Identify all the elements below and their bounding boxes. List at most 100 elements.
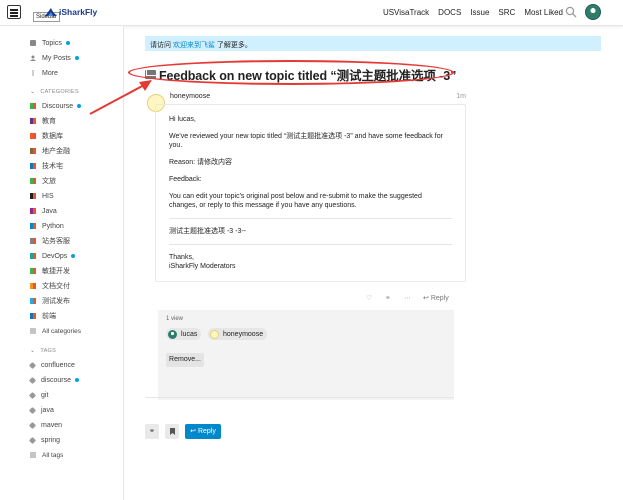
site-logo[interactable]: iSharkFly: [44, 4, 97, 20]
sidebar-item-label: 数据库: [42, 133, 63, 140]
sidebar-category-item[interactable]: 测试发布: [30, 296, 70, 306]
post-feedback-label: Feedback:: [169, 176, 202, 183]
sidebar-category-item[interactable]: HIS: [30, 191, 54, 201]
list-icon: [30, 328, 36, 334]
post-divider: [169, 244, 452, 245]
banner-suffix: 了解更多。: [214, 42, 252, 49]
ellipsis-icon[interactable]: ⋯: [404, 294, 411, 302]
category-color-swatch: [30, 238, 36, 244]
post-signature: iSharkFly Moderators: [169, 263, 236, 270]
sidebar-category-item[interactable]: 站务客服: [30, 236, 70, 246]
post-reason: Reason: 请修改内容: [169, 159, 233, 166]
sidebar-category-item[interactable]: 教育: [30, 116, 56, 126]
sidebar: Topics My Posts More ⌄ CATEGORIES Discou…: [0, 26, 124, 500]
unread-dot: [74, 56, 79, 60]
avatar: [168, 329, 177, 339]
sidebar-item-label: 前端: [42, 313, 56, 320]
nav-link-usvisatrack[interactable]: USVisaTrack: [383, 8, 429, 17]
sidebar-category-item[interactable]: DevOps: [30, 251, 76, 261]
tag-icon: [28, 421, 37, 429]
sidebar-item-label: HIS: [42, 192, 54, 200]
sidebar-item-label: 地产金融: [42, 148, 70, 155]
sidebar-item-label: 文旅: [42, 178, 56, 185]
participant-name: honeymoose: [223, 330, 264, 338]
sidebar-item-label: Java: [42, 207, 57, 215]
sidebar-category-item[interactable]: 文旅: [30, 176, 56, 186]
sidebar-category-item[interactable]: Discourse: [30, 101, 82, 111]
remove-participant-button[interactable]: Remove...: [166, 353, 204, 367]
sidebar-item-label: 技术宅: [42, 163, 63, 170]
sidebar-item-all-categories[interactable]: All categories: [30, 326, 81, 336]
post-timestamp[interactable]: 1m: [456, 93, 466, 100]
sidebar-tag-item[interactable]: discourse: [28, 375, 79, 385]
tags-section-header[interactable]: ⌄ TAGS: [30, 347, 56, 355]
post-username[interactable]: honeymoose: [170, 93, 210, 100]
tag-icon: [28, 361, 37, 369]
share-link-button[interactable]: ⚭: [145, 424, 159, 439]
sidebar-item-label: 教育: [42, 118, 56, 125]
category-color-swatch: [30, 298, 36, 304]
sidebar-category-item[interactable]: Python: [30, 221, 64, 231]
sidebar-toggle-button[interactable]: [7, 5, 21, 19]
sidebar-item-label: discourse: [41, 376, 71, 384]
sidebar-item-label: confluence: [41, 361, 75, 369]
sidebar-item-more[interactable]: More: [30, 68, 58, 78]
annotation-ring: [128, 60, 454, 85]
reply-icon: ↩: [190, 428, 196, 435]
category-color-swatch: [30, 103, 36, 109]
sidebar-category-item[interactable]: 技术宅: [30, 161, 63, 171]
nav-link-docs[interactable]: DOCS: [438, 8, 461, 17]
nav-link-issue[interactable]: Issue: [470, 8, 489, 17]
unread-dot: [71, 254, 76, 258]
sidebar-item-label: More: [42, 69, 58, 77]
sidebar-tag-item[interactable]: java: [28, 405, 54, 415]
list-icon: [30, 452, 36, 458]
post-greeting: Hi lucas,: [169, 116, 196, 123]
category-color-swatch: [30, 178, 36, 184]
sidebar-category-item[interactable]: 地产金融: [30, 146, 70, 156]
header-nav: USVisaTrack DOCS Issue SRC Most Liked: [383, 8, 563, 17]
category-color-swatch: [30, 253, 36, 259]
sidebar-item-label: 站务客服: [42, 238, 70, 245]
sidebar-item-topics[interactable]: Topics: [30, 38, 70, 48]
site-logo-text: iSharkFly: [59, 7, 98, 17]
sidebar-category-item[interactable]: 前端: [30, 311, 56, 321]
post-divider: [169, 218, 452, 219]
participant-chip-honeymoose[interactable]: honeymoose: [208, 328, 268, 340]
sidebar-category-item[interactable]: Java: [30, 206, 57, 216]
sidebar-category-item[interactable]: 敏捷开发: [30, 266, 70, 276]
banner-link[interactable]: 欢迎来到飞鲨: [173, 42, 215, 49]
sidebar-item-label: 测试发布: [42, 298, 70, 305]
search-icon[interactable]: [565, 6, 577, 18]
sidebar-item-all-tags[interactable]: All tags: [30, 450, 63, 460]
sidebar-tag-item[interactable]: confluence: [28, 360, 75, 370]
sidebar-item-my-posts[interactable]: My Posts: [30, 53, 79, 63]
user-avatar[interactable]: [585, 4, 601, 20]
category-color-swatch: [30, 313, 36, 319]
categories-section-header[interactable]: ⌄ CATEGORIES: [30, 88, 79, 96]
sidebar-item-label: Python: [42, 222, 64, 230]
category-color-swatch: [30, 163, 36, 169]
sidebar-category-item[interactable]: 数据库: [30, 131, 63, 141]
sidebar-tag-item[interactable]: maven: [28, 420, 62, 430]
heart-icon[interactable]: ♡: [366, 294, 372, 302]
link-icon[interactable]: ⚭: [385, 294, 391, 302]
nav-link-src[interactable]: SRC: [498, 8, 515, 17]
sidebar-category-item[interactable]: 文档交付: [30, 281, 70, 291]
category-color-swatch: [30, 208, 36, 214]
category-color-swatch: [30, 148, 36, 154]
sidebar-tag-item[interactable]: git: [28, 390, 48, 400]
banner-prefix: 请访问: [150, 42, 173, 49]
post-thanks: Thanks,: [169, 254, 194, 261]
sidebar-item-label: All tags: [42, 451, 64, 459]
sidebar-item-label: spring: [41, 436, 61, 444]
welcome-banner: 请访问 欢迎来到飞鲨 了解更多。: [145, 36, 601, 51]
sidebar-item-label: DevOps: [42, 252, 68, 260]
post-reply-button[interactable]: ↩ Reply: [423, 294, 449, 302]
topic-reply-button[interactable]: ↩ Reply: [185, 424, 221, 439]
sidebar-tag-item[interactable]: spring: [28, 435, 61, 445]
bookmark-button[interactable]: [165, 424, 179, 439]
avatar: [210, 329, 219, 339]
participant-chip-lucas[interactable]: lucas: [166, 328, 202, 340]
nav-link-most-liked[interactable]: Most Liked: [524, 8, 563, 17]
